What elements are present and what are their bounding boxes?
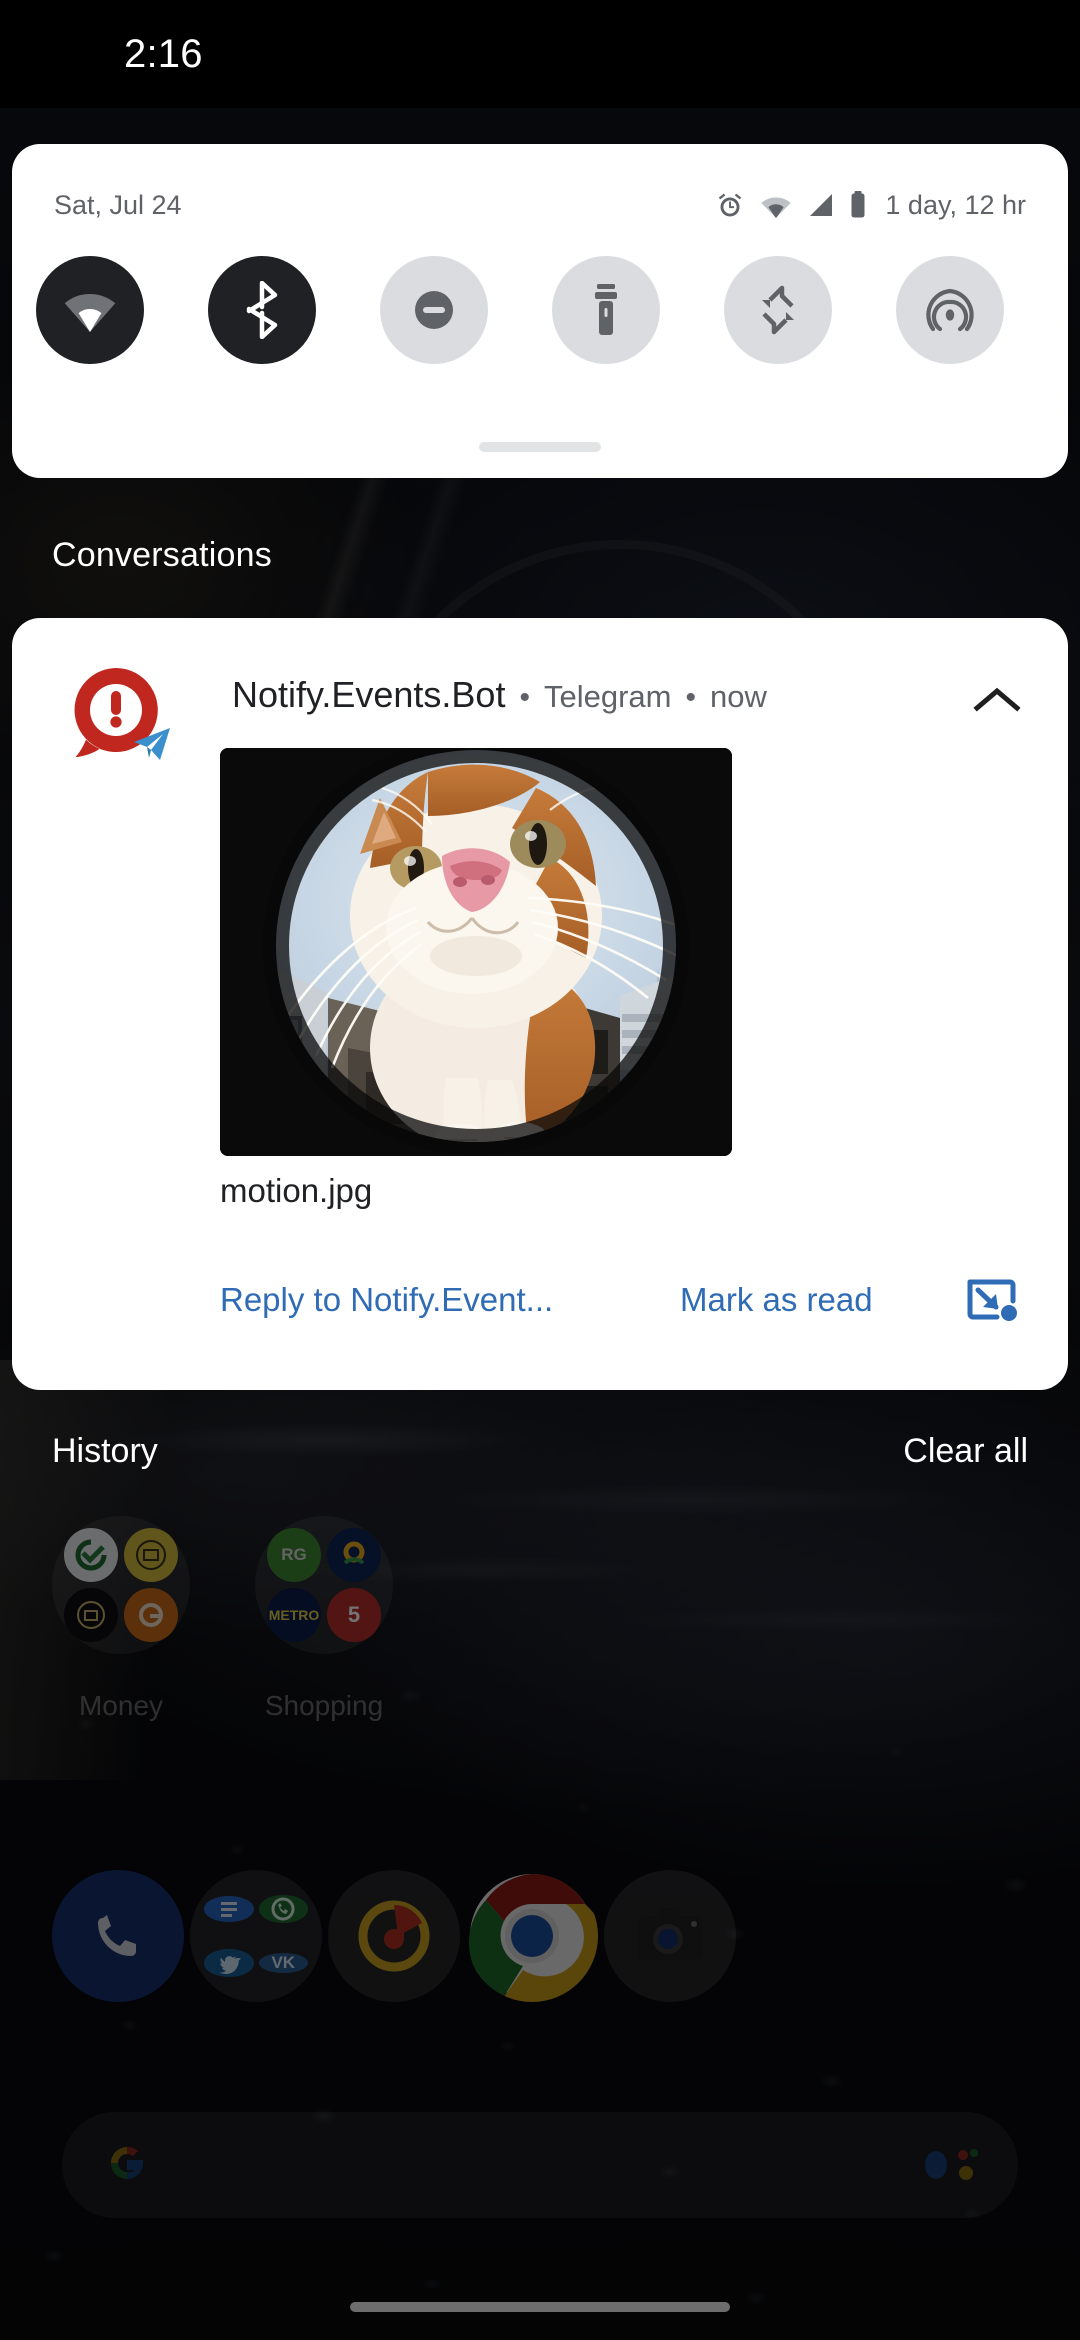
battery-estimate-text: 1 day, 12 hr xyxy=(885,189,1026,220)
wifi-icon xyxy=(61,286,119,334)
app-icon-twitter xyxy=(204,1949,254,1978)
google-assistant-icon[interactable] xyxy=(922,2143,980,2187)
dock-camera[interactable] xyxy=(604,1870,736,2002)
notification-title-row: Notify.Events.Bot • Telegram • now xyxy=(232,674,767,716)
separator-dot: • xyxy=(685,681,696,714)
qs-tile-do-not-disturb[interactable] xyxy=(380,256,488,364)
bubble-popout-icon xyxy=(962,1279,1018,1332)
mark-as-read-action-button[interactable]: Mark as read xyxy=(680,1272,873,1328)
folder-shopping[interactable]: RG METRO 5 xyxy=(255,1516,393,1654)
dock-music[interactable] xyxy=(328,1870,460,2002)
quick-settings-tiles xyxy=(12,256,1068,364)
quick-settings-status-row: Sat, Jul 24 1 day, 12 hr xyxy=(12,182,1068,228)
quick-settings-drag-handle[interactable] xyxy=(479,442,601,452)
avatar xyxy=(62,660,170,768)
separator-dot: • xyxy=(519,681,530,714)
history-row: History Clear all xyxy=(0,1432,1080,1492)
folder-label-shopping: Shopping xyxy=(264,1690,384,1721)
google-g-icon xyxy=(100,2136,154,2195)
folder-money[interactable] xyxy=(52,1516,190,1654)
wifi-icon xyxy=(759,191,793,219)
notification-header: Notify.Events.Bot • Telegram • now xyxy=(12,618,1068,768)
qs-tile-hotspot[interactable] xyxy=(896,256,1004,364)
notification-attachment-filename: motion.jpg xyxy=(220,1172,373,1209)
app-icon-metro: METRO xyxy=(267,1588,321,1642)
qs-tile-auto-rotate[interactable] xyxy=(724,256,832,364)
app-icon-rg: RG xyxy=(267,1528,321,1582)
reply-action-button[interactable]: Reply to Notify.Event... xyxy=(220,1272,553,1328)
collapse-button[interactable] xyxy=(970,680,1024,724)
history-section-header: History xyxy=(52,1432,158,1470)
alarm-icon xyxy=(715,190,745,220)
status-bar: 2:16 xyxy=(0,0,1080,108)
app-icon-bank-gold xyxy=(124,1528,178,1582)
cat-fisheye-photo xyxy=(220,748,732,1156)
dnd-minus-circle-icon xyxy=(408,284,460,336)
quick-settings-status-icons: 1 day, 12 hr xyxy=(715,190,1026,221)
bubble-button[interactable] xyxy=(962,1274,1018,1328)
app-icon-bank-dark xyxy=(64,1588,118,1642)
dock-social-folder[interactable]: VK xyxy=(190,1870,322,2002)
conversations-section-header: Conversations xyxy=(52,536,272,574)
app-icon-pyaterochka: 5 xyxy=(327,1588,381,1642)
battery-icon xyxy=(849,190,867,220)
dock-phone[interactable] xyxy=(52,1870,184,2002)
chevron-up-icon xyxy=(973,685,1021,720)
qs-tile-bluetooth[interactable] xyxy=(208,256,316,364)
app-icon-wallet-orange xyxy=(124,1588,178,1642)
clear-all-button[interactable]: Clear all xyxy=(903,1432,1028,1471)
cellular-signal-icon xyxy=(807,191,835,219)
notification-app-name: Notify.Events.Bot xyxy=(232,674,506,715)
status-bar-clock: 2:16 xyxy=(124,31,203,76)
notification-attachment-image[interactable] xyxy=(220,748,732,1156)
home-gesture-bar[interactable] xyxy=(350,2302,730,2312)
notification-channel: Telegram xyxy=(543,679,672,714)
dock-chrome[interactable] xyxy=(466,1870,598,2002)
telegram-paper-plane-icon xyxy=(130,722,174,766)
app-icon-sberbank xyxy=(64,1528,118,1582)
notification-actions-row: Reply to Notify.Event... Mark as read xyxy=(0,1272,1056,1352)
hotspot-broadcast-icon xyxy=(924,285,976,335)
folder-label-money: Money xyxy=(78,1690,164,1721)
bluetooth-icon xyxy=(239,281,285,339)
google-search-bar[interactable] xyxy=(62,2112,1018,2218)
qs-tile-wifi[interactable] xyxy=(36,256,144,364)
app-icon-messages xyxy=(204,1895,254,1922)
notification-timestamp: now xyxy=(709,679,767,714)
android-notification-shade: Money RG METRO 5 Shopping VK 2:16 Sat, J… xyxy=(0,0,1080,2340)
app-icon-whatsapp xyxy=(258,1894,308,1923)
auto-rotate-icon xyxy=(752,282,804,338)
flashlight-icon xyxy=(589,282,623,338)
app-icon-vk: VK xyxy=(258,1953,308,1974)
quick-settings-date: Sat, Jul 24 xyxy=(54,189,182,220)
quick-settings-panel: Sat, Jul 24 1 day, 12 hr xyxy=(12,144,1068,478)
qs-tile-flashlight[interactable] xyxy=(552,256,660,364)
app-icon-ozon xyxy=(327,1528,381,1582)
